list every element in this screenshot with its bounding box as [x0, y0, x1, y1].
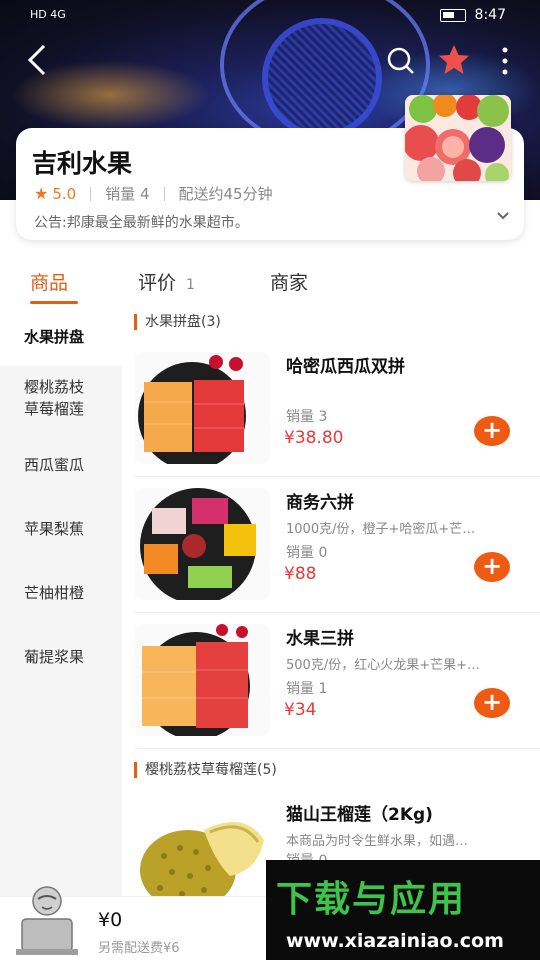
back-button[interactable]: [22, 40, 58, 80]
category-label: 西瓜蜜瓜: [24, 456, 85, 474]
cart-avatar-icon: [16, 886, 78, 955]
product-sales: 销量 3: [286, 409, 328, 425]
favorite-button[interactable]: [436, 42, 472, 78]
product-price: ¥34: [284, 700, 317, 720]
cart-button[interactable]: [12, 883, 82, 959]
product-name: 水果三拼: [286, 629, 354, 649]
shop-meta: ★ 5.0 销量 4 配送约45分钟: [34, 183, 273, 204]
product-item[interactable]: 水果三拼 500克/份，红心火龙果+芒果+… 销量 1 ¥34 +: [134, 624, 534, 744]
cart-total: ¥0: [98, 909, 123, 931]
rating-star-icon: ★: [34, 184, 49, 203]
product-description: 1000克/份，橙子+哈密瓜+芒…: [286, 522, 476, 537]
tab-label: 评价: [138, 272, 177, 294]
tab-label: 商家: [270, 272, 309, 294]
category-label: 葡提浆果: [24, 648, 85, 666]
shop-logo: [405, 95, 511, 181]
shop-name: 吉利水果: [32, 149, 133, 178]
category-citrus[interactable]: 芒柚柑橙: [0, 582, 122, 604]
watermark-title: 下载与应用: [276, 879, 467, 920]
more-button[interactable]: [498, 44, 512, 78]
battery-icon: [440, 9, 466, 22]
category-grapes-berries[interactable]: 葡提浆果: [0, 646, 122, 668]
banner-image: [262, 18, 382, 138]
plus-icon: +: [481, 688, 503, 716]
category-label: 苹果梨蕉: [24, 520, 85, 538]
product-sales: 销量 1: [286, 681, 328, 697]
category-melon[interactable]: 西瓜蜜瓜: [0, 454, 122, 476]
tab-label: 商品: [30, 272, 69, 294]
shop-notice[interactable]: 公告:邦康最全最新鲜的水果超市。: [34, 212, 249, 232]
category-label: 樱桃荔枝 草莓榴莲: [24, 378, 85, 418]
tab-merchant[interactable]: 商家: [270, 268, 308, 295]
category-label: 芒柚柑橙: [24, 584, 85, 602]
product-item[interactable]: 哈密瓜西瓜双拼 销量 3 ¥38.80 +: [134, 352, 534, 472]
shop-sales: 销量 4: [105, 185, 150, 203]
tab-bar: 商品 评价 1 商家: [0, 258, 540, 308]
tab-active-indicator: [30, 301, 78, 304]
delivery-fee: 另需配送费¥6: [98, 941, 180, 956]
add-to-cart-button[interactable]: +: [474, 416, 510, 446]
tab-reviews[interactable]: 评价 1: [138, 268, 195, 295]
product-description: 本商品为时令生鲜水果，如遇…: [286, 834, 469, 849]
section-title: 水果拼盘(3): [134, 314, 221, 330]
add-to-cart-button[interactable]: +: [474, 688, 510, 718]
product-description: 500克/份，红心火龙果+芒果+…: [286, 658, 480, 673]
product-name: 商务六拼: [286, 493, 354, 513]
product-image: [134, 624, 270, 736]
add-to-cart-button[interactable]: +: [474, 552, 510, 582]
product-price: ¥38.80: [284, 428, 344, 448]
review-count: 1: [186, 277, 195, 293]
category-sidebar: 水果拼盘 樱桃荔枝 草莓榴莲 西瓜蜜瓜 苹果梨蕉 芒柚柑橙 葡提浆果: [0, 310, 122, 900]
search-button[interactable]: [384, 44, 416, 76]
plus-icon: +: [481, 416, 503, 444]
category-fruit-platter[interactable]: 水果拼盘: [0, 310, 122, 366]
product-item[interactable]: 商务六拼 1000克/份，橙子+哈密瓜+芒… 销量 0 ¥88 +: [134, 488, 534, 608]
category-cherry-durian[interactable]: 樱桃荔枝 草莓榴莲: [0, 376, 122, 432]
delivery-time: 配送约45分钟: [178, 185, 273, 203]
more-vertical-icon: [502, 47, 508, 75]
signal-indicator: HD 4G: [30, 8, 66, 21]
star-icon: [439, 45, 469, 74]
back-arrow-icon: [27, 44, 46, 76]
product-sales: 销量 0: [286, 545, 328, 561]
chevron-down-icon[interactable]: [496, 206, 510, 225]
shop-rating: 5.0: [52, 184, 77, 203]
watermark-url: www.xiazainiao.com: [286, 930, 504, 952]
watermark: 下载与应用 www.xiazainiao.com: [266, 860, 540, 960]
search-icon: [387, 47, 414, 74]
plus-icon: +: [481, 552, 503, 580]
product-image: [134, 352, 270, 464]
section-title: 樱桃荔枝草莓榴莲(5): [134, 762, 277, 778]
clock: 8:47: [474, 7, 506, 23]
product-image: [134, 488, 270, 600]
tab-products[interactable]: 商品: [30, 268, 68, 295]
category-apple-pear-banana[interactable]: 苹果梨蕉: [0, 518, 122, 540]
product-name: 猫山王榴莲（2Kg): [286, 805, 433, 825]
category-label: 水果拼盘: [24, 328, 85, 346]
product-price: ¥88: [284, 564, 317, 584]
status-bar: HD 4G 8:47: [0, 0, 540, 32]
product-name: 哈密瓜西瓜双拼: [286, 357, 405, 377]
